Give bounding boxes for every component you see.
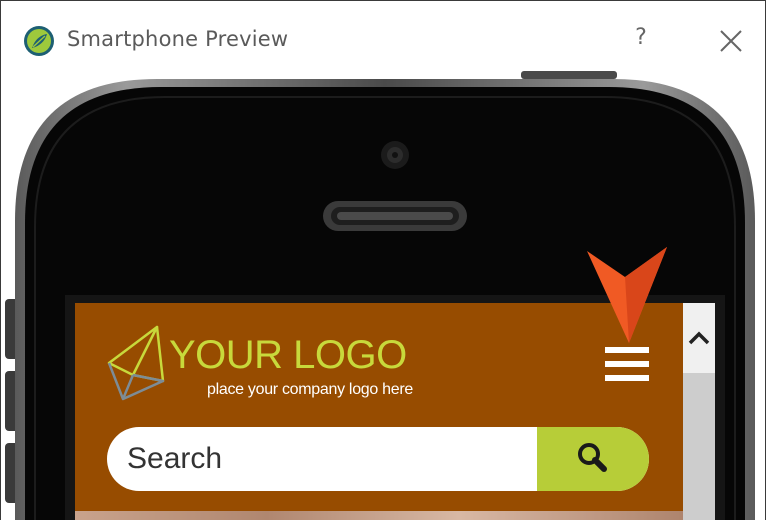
search-input[interactable] [107, 427, 537, 491]
help-button[interactable]: ? [629, 25, 653, 55]
search-button[interactable] [537, 427, 649, 491]
arrow-pointer-icon [587, 247, 667, 343]
scroll-thumb[interactable] [683, 373, 715, 520]
window-title: Smartphone Preview [67, 27, 289, 51]
logo-mark-icon [107, 325, 165, 401]
scroll-up-button[interactable] [683, 303, 715, 373]
close-icon[interactable] [717, 27, 745, 55]
front-camera [381, 141, 409, 169]
hero-image [75, 511, 715, 520]
magnifier-icon [578, 443, 607, 472]
title-bar: Smartphone Preview ? [1, 1, 765, 71]
earpiece-speaker [323, 201, 467, 231]
hamburger-menu-icon[interactable] [603, 347, 651, 383]
logo-text: YOUR LOGO [169, 333, 407, 377]
search-bar [107, 427, 649, 491]
leaf-icon [24, 26, 54, 56]
chevron-up-icon [688, 331, 710, 345]
smartphone-preview-window: Smartphone Preview ? YOUR LOGO place you… [0, 0, 766, 520]
logo-tagline: place your company logo here [207, 381, 413, 398]
scrollbar[interactable] [683, 303, 715, 520]
